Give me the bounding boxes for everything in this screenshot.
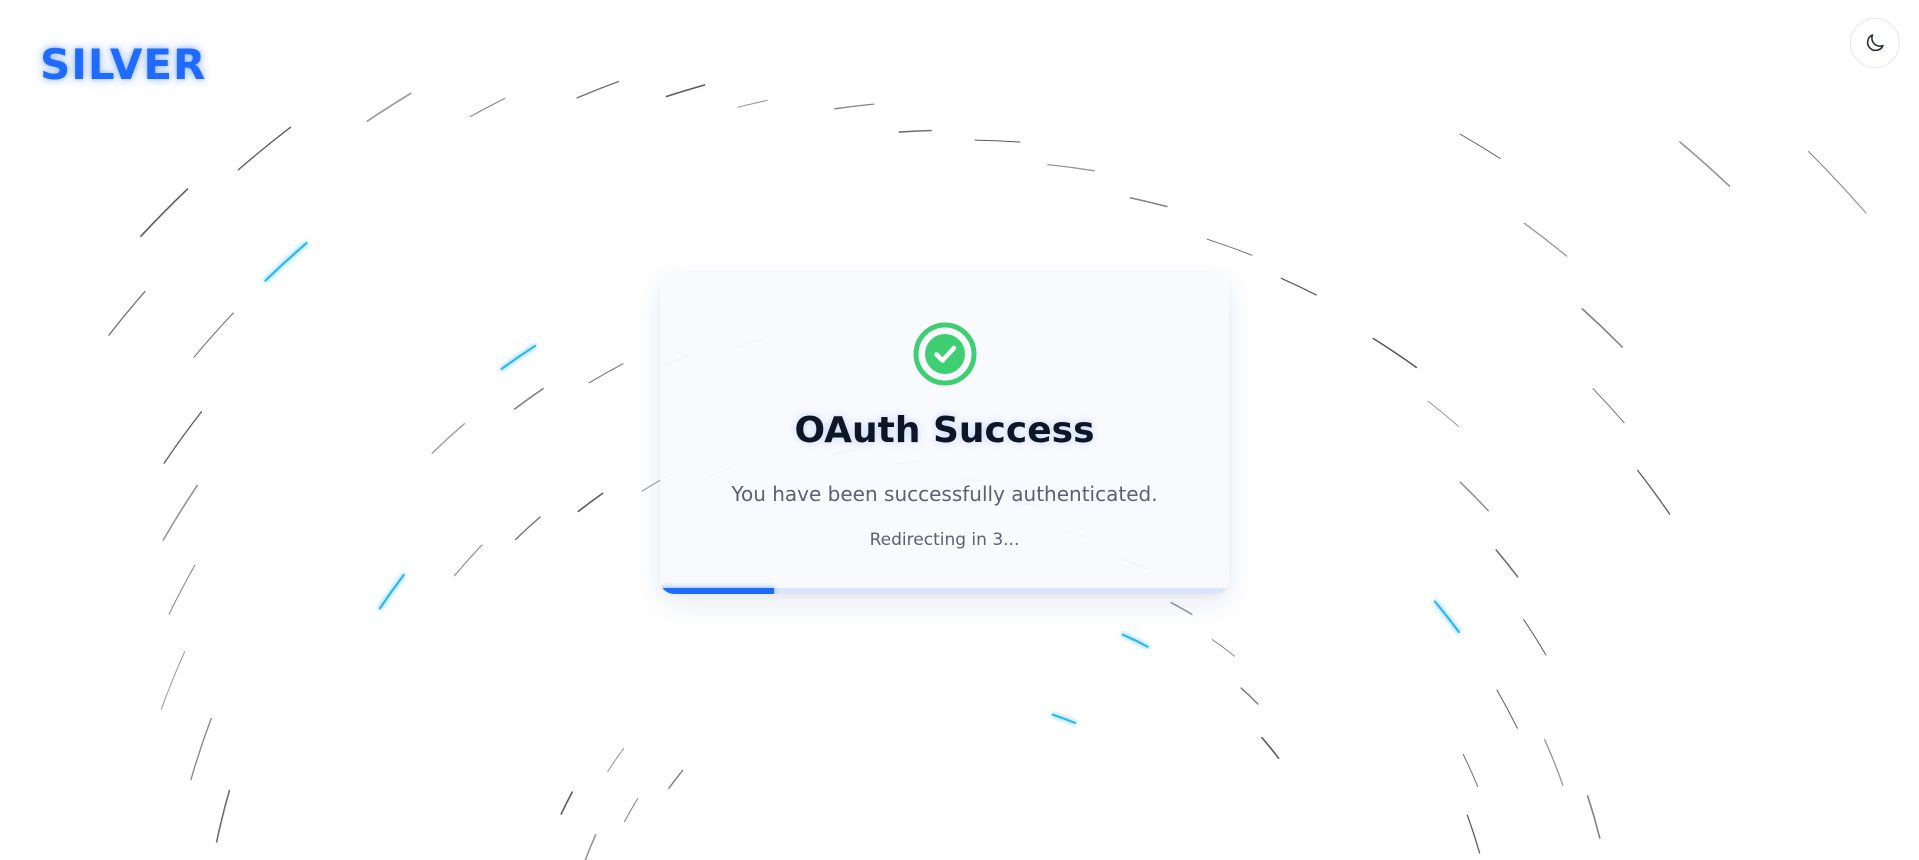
star-trail [607, 747, 625, 772]
star-trail [162, 484, 199, 541]
star-trail-highlight [1051, 713, 1077, 724]
check-circle-icon [911, 320, 979, 388]
star-trail-highlight [500, 344, 537, 370]
star-trail [1240, 687, 1259, 705]
star-trail [576, 80, 620, 99]
star-trail-highlight [378, 573, 405, 610]
star-trail [560, 791, 573, 815]
star-trail [1459, 481, 1489, 512]
star-trail [514, 516, 541, 541]
redirect-progress-fill [660, 588, 774, 594]
star-trail [431, 423, 466, 454]
theme-toggle-button[interactable] [1850, 18, 1900, 68]
star-trail [1495, 549, 1519, 578]
star-trail-highlight [1433, 600, 1460, 634]
success-message: You have been successfully authenticated… [731, 482, 1158, 506]
star-trail [1047, 163, 1095, 172]
redirect-progress-bar [660, 588, 1229, 594]
star-trail [108, 290, 146, 336]
star-trail [588, 363, 624, 384]
star-trail [1523, 619, 1547, 656]
star-trail [1462, 754, 1479, 788]
oauth-success-page: SILVER OAuth Success You have been succe… [0, 0, 1919, 860]
star-trail [1808, 151, 1867, 214]
star-trail [1496, 689, 1518, 729]
star-trail [237, 126, 292, 171]
star-trail [1280, 277, 1317, 296]
star-trail [1427, 400, 1460, 427]
star-trail [1637, 469, 1671, 515]
moon-icon [1866, 34, 1884, 52]
star-trail [1523, 222, 1568, 257]
star-trail [168, 564, 196, 615]
star-trail [1679, 141, 1731, 187]
star-trail [453, 544, 483, 577]
star-trail [577, 492, 604, 513]
star-trail [1459, 133, 1501, 159]
star-trail [215, 789, 231, 843]
star-trail-highlight [264, 242, 308, 282]
star-trail [1544, 739, 1564, 786]
star-trail [1129, 197, 1168, 208]
star-trail [163, 410, 203, 464]
star-trail [665, 84, 706, 98]
star-trail [584, 834, 597, 860]
star-trail [1592, 388, 1625, 424]
oauth-status-card: OAuth Success You have been successfully… [660, 272, 1229, 594]
star-trail [1211, 639, 1235, 657]
star-trail [366, 92, 412, 122]
star-trail [1466, 814, 1481, 854]
star-trail [160, 651, 186, 710]
star-trail [974, 139, 1021, 143]
star-trail [1170, 601, 1193, 616]
star-trail [469, 98, 506, 118]
star-trail [1372, 337, 1418, 369]
star-trail [834, 103, 875, 110]
brand-logo[interactable]: SILVER [40, 40, 206, 89]
redirect-countdown: Redirecting in 3... [869, 530, 1020, 550]
star-trail [140, 188, 189, 237]
star-trail [193, 312, 234, 358]
star-trail [668, 769, 684, 790]
star-trail [190, 717, 212, 781]
star-trail [513, 387, 544, 410]
star-trail [624, 798, 639, 823]
card-title: OAuth Success [794, 410, 1095, 451]
star-trail-highlight [1121, 633, 1149, 648]
star-trail [1261, 736, 1280, 759]
star-trail [898, 129, 932, 133]
star-trail [736, 99, 768, 108]
star-trail [1581, 308, 1623, 348]
star-trail [1586, 795, 1601, 839]
star-trail [1206, 238, 1253, 256]
